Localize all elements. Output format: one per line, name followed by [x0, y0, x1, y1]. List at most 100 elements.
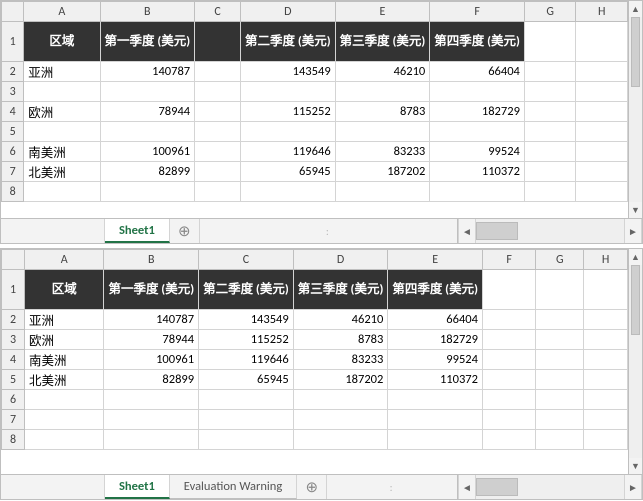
col-header-C[interactable]: C [195, 2, 241, 22]
cell-H2[interactable] [584, 310, 628, 330]
cell-E1[interactable]: 第四季度 (美元) [388, 270, 483, 310]
cell-E5[interactable]: 110372 [388, 370, 483, 390]
row-header-4[interactable]: 4 [2, 350, 25, 370]
col-header-A[interactable]: A [24, 2, 100, 22]
row-header-7[interactable]: 7 [2, 162, 24, 182]
cell-G6[interactable] [536, 390, 584, 410]
select-all-corner[interactable] [2, 250, 25, 270]
cell-F7[interactable]: 110372 [430, 162, 525, 182]
cell-D6[interactable]: 119646 [241, 142, 336, 162]
cell-H6[interactable] [584, 390, 628, 410]
cell-A1[interactable]: 区域 [24, 270, 103, 310]
row-header-5[interactable]: 5 [2, 370, 25, 390]
col-header-H[interactable]: H [584, 250, 628, 270]
cell-B2[interactable]: 140787 [104, 310, 199, 330]
cell-D4[interactable]: 115252 [241, 102, 336, 122]
cell-D7[interactable] [293, 410, 388, 430]
cell-G8[interactable] [524, 182, 576, 202]
cell-E7[interactable]: 187202 [335, 162, 430, 182]
scroll-right-icon[interactable]: ► [624, 219, 642, 243]
vscroll-track[interactable] [629, 17, 642, 202]
cell-D4[interactable]: 83233 [293, 350, 388, 370]
cell-H8[interactable] [584, 430, 628, 450]
cell-C3[interactable]: 115252 [199, 330, 294, 350]
add-sheet-button[interactable]: ⊕ [297, 475, 327, 499]
sheet-tab-sheet1[interactable]: Sheet1 [105, 219, 170, 243]
cell-H1[interactable] [576, 22, 628, 62]
cell-C2[interactable] [195, 62, 241, 82]
cell-E4[interactable]: 8783 [335, 102, 430, 122]
cell-G4[interactable] [536, 350, 584, 370]
scroll-left-icon[interactable]: ◄ [458, 219, 476, 243]
tab-nav-area[interactable] [1, 219, 105, 243]
cell-F1[interactable] [482, 270, 535, 310]
cell-G2[interactable] [536, 310, 584, 330]
row-header-6[interactable]: 6 [2, 142, 24, 162]
cell-A3[interactable] [24, 82, 100, 102]
vscroll-thumb[interactable] [631, 265, 640, 335]
cell-B8[interactable] [100, 182, 195, 202]
cell-C5[interactable] [195, 122, 241, 142]
cell-B1[interactable]: 第一季度 (美元) [100, 22, 195, 62]
scroll-right-icon[interactable]: ► [624, 475, 642, 499]
cell-C2[interactable]: 143549 [199, 310, 294, 330]
horizontal-scrollbar-bottom[interactable]: ◄ ► [457, 475, 642, 499]
cell-B6[interactable] [104, 390, 199, 410]
vertical-scrollbar-top[interactable]: ▲ ▼ [628, 1, 642, 218]
vscroll-thumb[interactable] [631, 17, 640, 87]
cell-F2[interactable] [482, 310, 535, 330]
cell-B6[interactable]: 100961 [100, 142, 195, 162]
cell-H3[interactable] [584, 330, 628, 350]
cell-C3[interactable] [195, 82, 241, 102]
col-header-B[interactable]: B [100, 2, 195, 22]
cell-D5[interactable]: 187202 [293, 370, 388, 390]
cell-D8[interactable] [293, 430, 388, 450]
row-header-8[interactable]: 8 [2, 430, 25, 450]
cell-C4[interactable] [195, 102, 241, 122]
cell-A7[interactable]: 北美洲 [24, 162, 100, 182]
hscroll-thumb[interactable] [476, 478, 518, 496]
scroll-down-icon[interactable]: ▼ [629, 202, 642, 218]
cell-G5[interactable] [536, 370, 584, 390]
cell-A3[interactable]: 欧洲 [24, 330, 103, 350]
cell-D2[interactable]: 46210 [293, 310, 388, 330]
cell-C8[interactable] [199, 430, 294, 450]
cell-F8[interactable] [482, 430, 535, 450]
add-sheet-button[interactable]: ⊕ [170, 219, 200, 243]
cell-H7[interactable] [584, 410, 628, 430]
cell-B7[interactable]: 82899 [100, 162, 195, 182]
cell-B2[interactable]: 140787 [100, 62, 195, 82]
cell-E2[interactable]: 46210 [335, 62, 430, 82]
cell-B3[interactable] [100, 82, 195, 102]
scroll-left-icon[interactable]: ◄ [458, 475, 476, 499]
cell-E8[interactable] [388, 430, 483, 450]
cell-B1[interactable]: 第一季度 (美元) [104, 270, 199, 310]
cell-G5[interactable] [524, 122, 576, 142]
tab-drag-handle[interactable]: : [200, 219, 457, 243]
cell-A8[interactable] [24, 430, 103, 450]
col-header-C[interactable]: C [199, 250, 294, 270]
cell-H3[interactable] [576, 82, 628, 102]
cell-E8[interactable] [335, 182, 430, 202]
horizontal-scrollbar-top[interactable]: ◄ ► [457, 219, 642, 243]
cell-A4[interactable]: 南美洲 [24, 350, 103, 370]
col-header-D[interactable]: D [241, 2, 336, 22]
row-header-3[interactable]: 3 [2, 82, 24, 102]
cell-D3[interactable] [241, 82, 336, 102]
cell-E3[interactable]: 182729 [388, 330, 483, 350]
cell-F5[interactable] [482, 370, 535, 390]
cell-B5[interactable]: 82899 [104, 370, 199, 390]
cell-D5[interactable] [241, 122, 336, 142]
scroll-down-icon[interactable]: ▼ [629, 458, 642, 474]
cell-F4[interactable]: 182729 [430, 102, 525, 122]
cell-F7[interactable] [482, 410, 535, 430]
select-all-corner[interactable] [2, 2, 24, 22]
hscroll-track[interactable] [476, 219, 624, 243]
cell-E6[interactable]: 83233 [335, 142, 430, 162]
cell-F6[interactable]: 99524 [430, 142, 525, 162]
cell-D2[interactable]: 143549 [241, 62, 336, 82]
cell-B5[interactable] [100, 122, 195, 142]
cell-C6[interactable] [195, 142, 241, 162]
cell-D1[interactable]: 第三季度 (美元) [293, 270, 388, 310]
cell-G4[interactable] [524, 102, 576, 122]
